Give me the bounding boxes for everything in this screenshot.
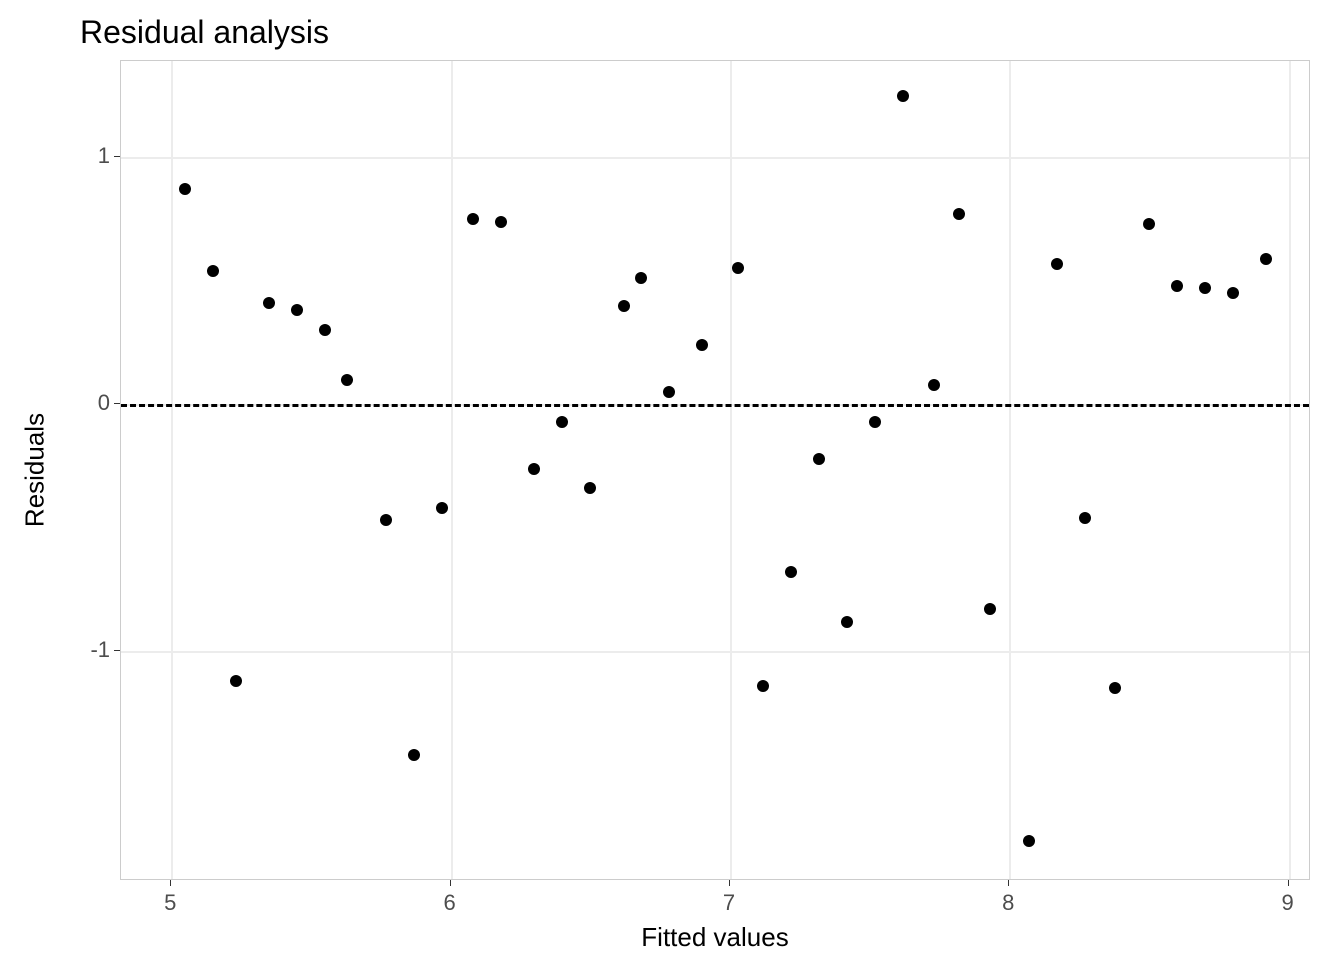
data-point <box>984 603 996 615</box>
data-point <box>928 379 940 391</box>
x-tick-label: 9 <box>1282 890 1294 916</box>
data-point <box>1260 253 1272 265</box>
gridline-vertical <box>730 61 732 879</box>
data-point <box>953 208 965 220</box>
x-tick-label: 7 <box>723 890 735 916</box>
data-point <box>869 416 881 428</box>
data-point <box>207 265 219 277</box>
x-tick-mark <box>170 880 171 886</box>
chart-title: Residual analysis <box>80 14 329 51</box>
x-tick-label: 6 <box>443 890 455 916</box>
x-tick-mark <box>1288 880 1289 886</box>
data-point <box>696 339 708 351</box>
data-point <box>408 749 420 761</box>
data-point <box>495 216 507 228</box>
zero-reference-line <box>121 404 1309 407</box>
data-point <box>528 463 540 475</box>
data-point <box>897 90 909 102</box>
x-tick-mark <box>729 880 730 886</box>
gridline-vertical <box>1289 61 1291 879</box>
data-point <box>1199 282 1211 294</box>
y-tick-mark <box>114 403 120 404</box>
data-point <box>263 297 275 309</box>
data-point <box>380 514 392 526</box>
data-point <box>230 675 242 687</box>
data-point <box>1079 512 1091 524</box>
data-point <box>584 482 596 494</box>
data-point <box>813 453 825 465</box>
data-point <box>341 374 353 386</box>
y-tick-label: 0 <box>80 390 110 416</box>
data-point <box>1023 835 1035 847</box>
x-axis-label: Fitted values <box>641 922 788 953</box>
y-tick-mark <box>114 650 120 651</box>
y-tick-label: 1 <box>80 143 110 169</box>
data-point <box>1171 280 1183 292</box>
data-point <box>663 386 675 398</box>
x-tick-label: 8 <box>1002 890 1014 916</box>
x-tick-label: 5 <box>164 890 176 916</box>
gridline-vertical <box>1009 61 1011 879</box>
data-point <box>841 616 853 628</box>
data-point <box>1051 258 1063 270</box>
data-point <box>732 262 744 274</box>
data-point <box>635 272 647 284</box>
x-tick-mark <box>450 880 451 886</box>
data-point <box>1143 218 1155 230</box>
y-tick-mark <box>114 156 120 157</box>
gridline-horizontal <box>121 157 1309 159</box>
gridline-horizontal <box>121 651 1309 653</box>
data-point <box>319 324 331 336</box>
data-point <box>179 183 191 195</box>
data-point <box>1227 287 1239 299</box>
gridline-vertical <box>171 61 173 879</box>
gridline-vertical <box>451 61 453 879</box>
data-point <box>556 416 568 428</box>
residual-scatter-chart: Residual analysis Fitted values Residual… <box>0 0 1344 960</box>
data-point <box>785 566 797 578</box>
y-tick-label: -1 <box>80 637 110 663</box>
plot-area <box>120 60 1310 880</box>
data-point <box>757 680 769 692</box>
data-point <box>436 502 448 514</box>
x-tick-mark <box>1008 880 1009 886</box>
data-point <box>618 300 630 312</box>
data-point <box>1109 682 1121 694</box>
data-point <box>291 304 303 316</box>
data-point <box>467 213 479 225</box>
y-axis-label: Residuals <box>20 413 51 527</box>
